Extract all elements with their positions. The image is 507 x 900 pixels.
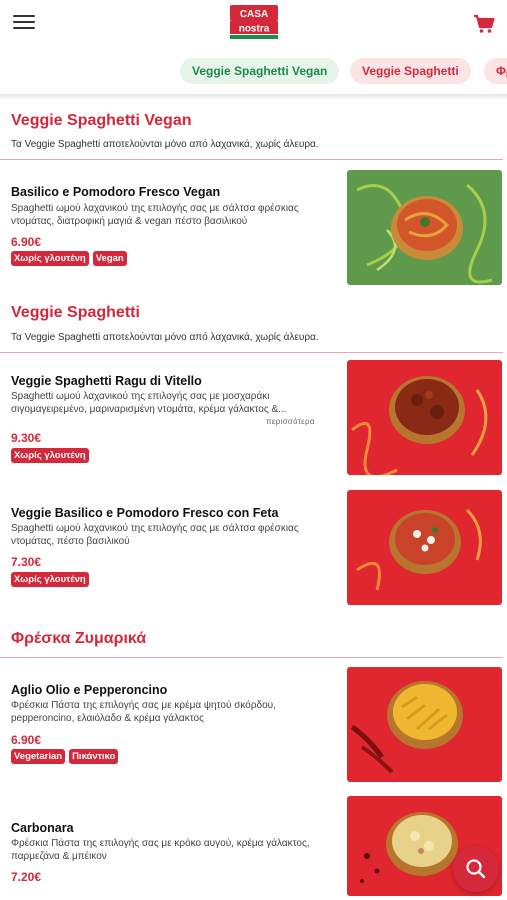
logo-text-bottom: nostra [239, 24, 270, 35]
item-name: Veggie Spaghetti Ragu di Vitello [11, 374, 202, 388]
shopping-cart-icon[interactable] [473, 14, 495, 34]
item-description: Spaghetti ωμού λαχανικού της επιλογής σα… [11, 523, 299, 547]
item-name: Veggie Basilico e Pomodoro Fresco con Fe… [11, 506, 279, 520]
menu-item[interactable]: Veggie Spaghetti Ragu di Vitello Spaghet… [0, 360, 507, 480]
badge-vegetarian: Vegetarian [11, 749, 66, 764]
section-title: Φρέσκα Ζυμαρικά [11, 630, 147, 647]
category-tabs: Veggie Spaghetti Vegan Veggie Spaghetti … [0, 52, 507, 96]
badge-gluten-free: Χωρίς γλουτένη [11, 448, 89, 463]
item-price: 7.20€ [11, 870, 42, 884]
item-name: Carbonara [11, 821, 74, 835]
item-badges: Χωρίς γλουτένη [11, 448, 89, 463]
item-name: Aglio Olio e Pepperoncino [11, 683, 168, 697]
menu-item[interactable]: Carbonara Φρέσκια Πάστα της επιλογής σας… [0, 796, 507, 900]
dish-image [347, 170, 502, 285]
tabs-divider-shadow [0, 94, 507, 100]
section-title: Veggie Spaghetti Vegan [11, 112, 192, 129]
badge-gluten-free: Χωρίς γλουτένη [11, 572, 89, 587]
item-description: Spaghetti ωμού λαχανικού της επιλογής σα… [11, 391, 287, 415]
item-price: 9.30€ [11, 431, 42, 445]
item-price: 6.90€ [11, 235, 42, 249]
tab-veggie-spaghetti[interactable]: Veggie Spaghetti [350, 58, 471, 84]
badge-spicy: Πικάντικο [69, 749, 119, 764]
item-badges: Χωρίς γλουτένη Vegan [11, 251, 127, 266]
menu-item[interactable]: Aglio Olio e Pepperoncino Φρέσκια Πάστα … [0, 667, 507, 787]
section-description: Τα Veggie Spaghetti αποτελούνται μόνο απ… [11, 139, 319, 150]
section-divider [0, 352, 503, 353]
item-price: 7.30€ [11, 555, 42, 569]
dish-image [347, 667, 502, 782]
item-description: Φρέσκια Πάστα της επιλογής σας με κρέμα … [11, 700, 276, 724]
more-link[interactable]: περισσότερα [266, 417, 315, 426]
dish-image [347, 490, 502, 605]
section-title: Veggie Spaghetti [11, 304, 140, 321]
section-divider [0, 159, 503, 160]
search-icon[interactable] [453, 846, 499, 892]
section-description: Τα Veggie Spaghetti αποτελούνται μόνο απ… [11, 332, 319, 343]
badge-vegan: Vegan [92, 251, 127, 266]
item-price: 6.90€ [11, 733, 42, 747]
item-badges: Χωρίς γλουτένη [11, 572, 89, 587]
hamburger-menu-icon[interactable] [13, 15, 35, 33]
item-description: Φρέσκια Πάστα της επιλογής σας με κρόκο … [11, 838, 310, 862]
menu-item[interactable]: Veggie Basilico e Pomodoro Fresco con Fe… [0, 490, 507, 610]
logo-text-top: CASA [240, 9, 268, 20]
casa-nostra-logo[interactable]: CASA nostra [230, 5, 278, 41]
app-header: CASA nostra [0, 0, 507, 50]
menu-item[interactable]: Basilico e Pomodoro Fresco Vegan Spaghet… [0, 168, 507, 288]
tab-fresh-pasta[interactable]: Φρ [484, 58, 507, 84]
item-badges: Vegetarian Πικάντικο [11, 749, 119, 764]
item-description: Spaghetti ωμού λαχανικού της επιλογής σα… [11, 203, 299, 227]
section-divider [0, 657, 503, 658]
dish-image [347, 360, 502, 475]
item-name: Basilico e Pomodoro Fresco Vegan [11, 185, 221, 199]
badge-gluten-free: Χωρίς γλουτένη [11, 251, 89, 266]
tab-veggie-spaghetti-vegan[interactable]: Veggie Spaghetti Vegan [180, 58, 340, 84]
